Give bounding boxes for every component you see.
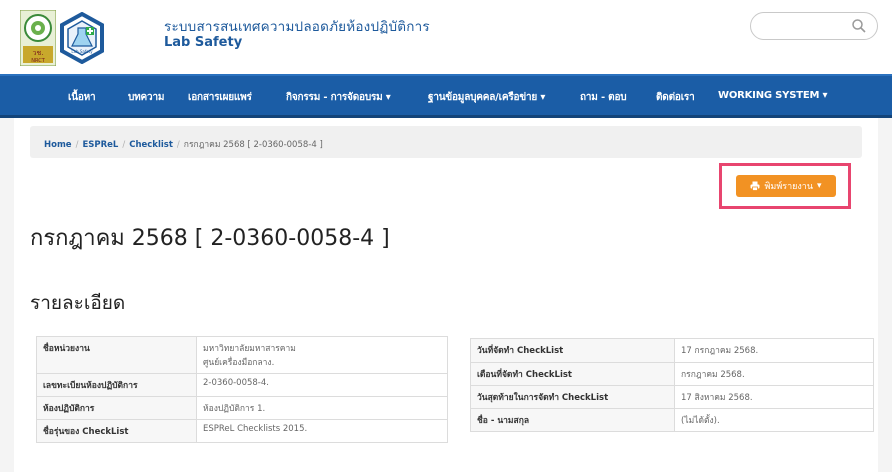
print-report-button[interactable]: พิมพ์รายงาน ▾	[736, 175, 836, 197]
value-laboratory: ห้องปฏิบัติการ 1.	[196, 396, 448, 420]
chevron-down-icon: ▾	[817, 181, 822, 191]
value-full-name: (ไม่ได้ตั้ง).	[674, 408, 874, 432]
value-checklist-version: ESPReL Checklists 2015.	[196, 419, 448, 443]
label-laboratory: ห้องปฏิบัติการ	[36, 396, 197, 420]
nav-item-working-system[interactable]: WORKING SYSTEM ▾	[718, 90, 828, 101]
breadcrumb-separator: /	[122, 140, 126, 150]
breadcrumb-separator: /	[176, 140, 180, 150]
site-title-thai[interactable]: ระบบสารสนเทศความปลอดภัยห้องปฏิบัติการ	[164, 15, 430, 37]
table-row: ชื่อหน่วยงาน มหาวิทยาลัยมหาสารคาม ศูนย์เ…	[36, 336, 448, 374]
search-icon[interactable]	[851, 18, 867, 34]
table-row: วันสุดท้ายในการจัดทำ CheckList 17 สิงหาค…	[470, 385, 874, 409]
details-table-right: วันที่จัดทำ CheckList 17 กรกฎาคม 2568. เ…	[470, 338, 874, 432]
svg-text:NRCT: NRCT	[31, 58, 45, 64]
label-checklist-deadline: วันสุดท้ายในการจัดทำ CheckList	[470, 385, 675, 409]
printer-icon	[750, 181, 760, 191]
breadcrumb-current: กรกฎาคม 2568 [ 2-0360-0058-4 ]	[183, 140, 323, 150]
label-checklist-version: ชื่อรุ่นของ CheckList	[36, 419, 197, 443]
breadcrumb-checklist[interactable]: Checklist	[129, 140, 173, 150]
label-lab-registration: เลขทะเบียนห้องปฏิบัติการ	[36, 373, 197, 397]
value-agency: มหาวิทยาลัยมหาสารคาม ศูนย์เครื่องมือกลาง…	[196, 336, 448, 374]
nrct-logo[interactable]: วช. NRCT	[20, 10, 56, 66]
nav-item-publications[interactable]: เอกสารเผยแพร่	[188, 90, 252, 105]
content-panel: Home / ESPReL / Checklist / กรกฎาคม 2568 [ 2-0…	[14, 118, 878, 472]
value-checklist-month: กรกฎาคม 2568.	[674, 362, 874, 386]
nav-item-activities[interactable]: กิจกรรม - การจัดอบรม ▾	[286, 90, 391, 105]
breadcrumb-separator: /	[75, 140, 79, 150]
print-report-label: พิมพ์รายงาน	[764, 182, 814, 192]
search-input[interactable]	[750, 12, 878, 40]
table-row: ห้องปฏิบัติการ ห้องปฏิบัติการ 1.	[36, 396, 448, 420]
value-lab-registration: 2-0360-0058-4.	[196, 373, 448, 397]
breadcrumb-esprel[interactable]: ESPReL	[82, 140, 118, 150]
page-title: กรกฎาคม 2568 [ 2-0360-0058-4 ]	[30, 226, 390, 251]
table-row: ชื่อ - นามสกุล (ไม่ได้ตั้ง).	[470, 408, 874, 432]
table-row: ชื่อรุ่นของ CheckList ESPReL Checklists …	[36, 419, 448, 443]
table-row: เลขทะเบียนห้องปฏิบัติการ 2-0360-0058-4.	[36, 373, 448, 397]
label-full-name: ชื่อ - นามสกุล	[470, 408, 675, 432]
label-agency: ชื่อหน่วยงาน	[36, 336, 197, 374]
nav-item-faq[interactable]: ถาม - ตอบ	[580, 90, 627, 105]
nav-item-articles[interactable]: บทความ	[128, 90, 164, 105]
svg-text:วช.: วช.	[33, 49, 44, 57]
lab-safety-logo[interactable]: Lab Safety	[58, 12, 106, 64]
main-navbar: เนื้อหา บทความ เอกสารเผยแพร่ กิจกรรม - ก…	[0, 74, 892, 118]
label-checklist-date: วันที่จัดทำ CheckList	[470, 338, 675, 363]
table-row: วันที่จัดทำ CheckList 17 กรกฎาคม 2568.	[470, 338, 874, 363]
site-header: วช. NRCT Lab Safety ระบบสารสนเทศความปลอด…	[0, 0, 892, 74]
nav-item-contact[interactable]: ติดต่อเรา	[656, 90, 695, 105]
details-table-left: ชื่อหน่วยงาน มหาวิทยาลัยมหาสารคาม ศูนย์เ…	[36, 336, 448, 443]
site-title-english[interactable]: Lab Safety	[164, 35, 242, 50]
value-checklist-deadline: 17 สิงหาคม 2568.	[674, 385, 874, 409]
nav-item-content[interactable]: เนื้อหา	[68, 90, 96, 105]
breadcrumb-home[interactable]: Home	[44, 140, 72, 150]
section-title: รายละเอียด	[30, 292, 126, 314]
svg-text:Lab Safety: Lab Safety	[71, 49, 93, 54]
nav-item-database[interactable]: ฐานข้อมูลบุคคล/เครือข่าย ▾	[428, 90, 545, 105]
value-checklist-date: 17 กรกฎาคม 2568.	[674, 338, 874, 363]
table-row: เดือนที่จัดทำ CheckList กรกฎาคม 2568.	[470, 362, 874, 386]
breadcrumb: Home / ESPReL / Checklist / กรกฎาคม 2568 [ 2-0…	[30, 126, 862, 158]
label-checklist-month: เดือนที่จัดทำ CheckList	[470, 362, 675, 386]
